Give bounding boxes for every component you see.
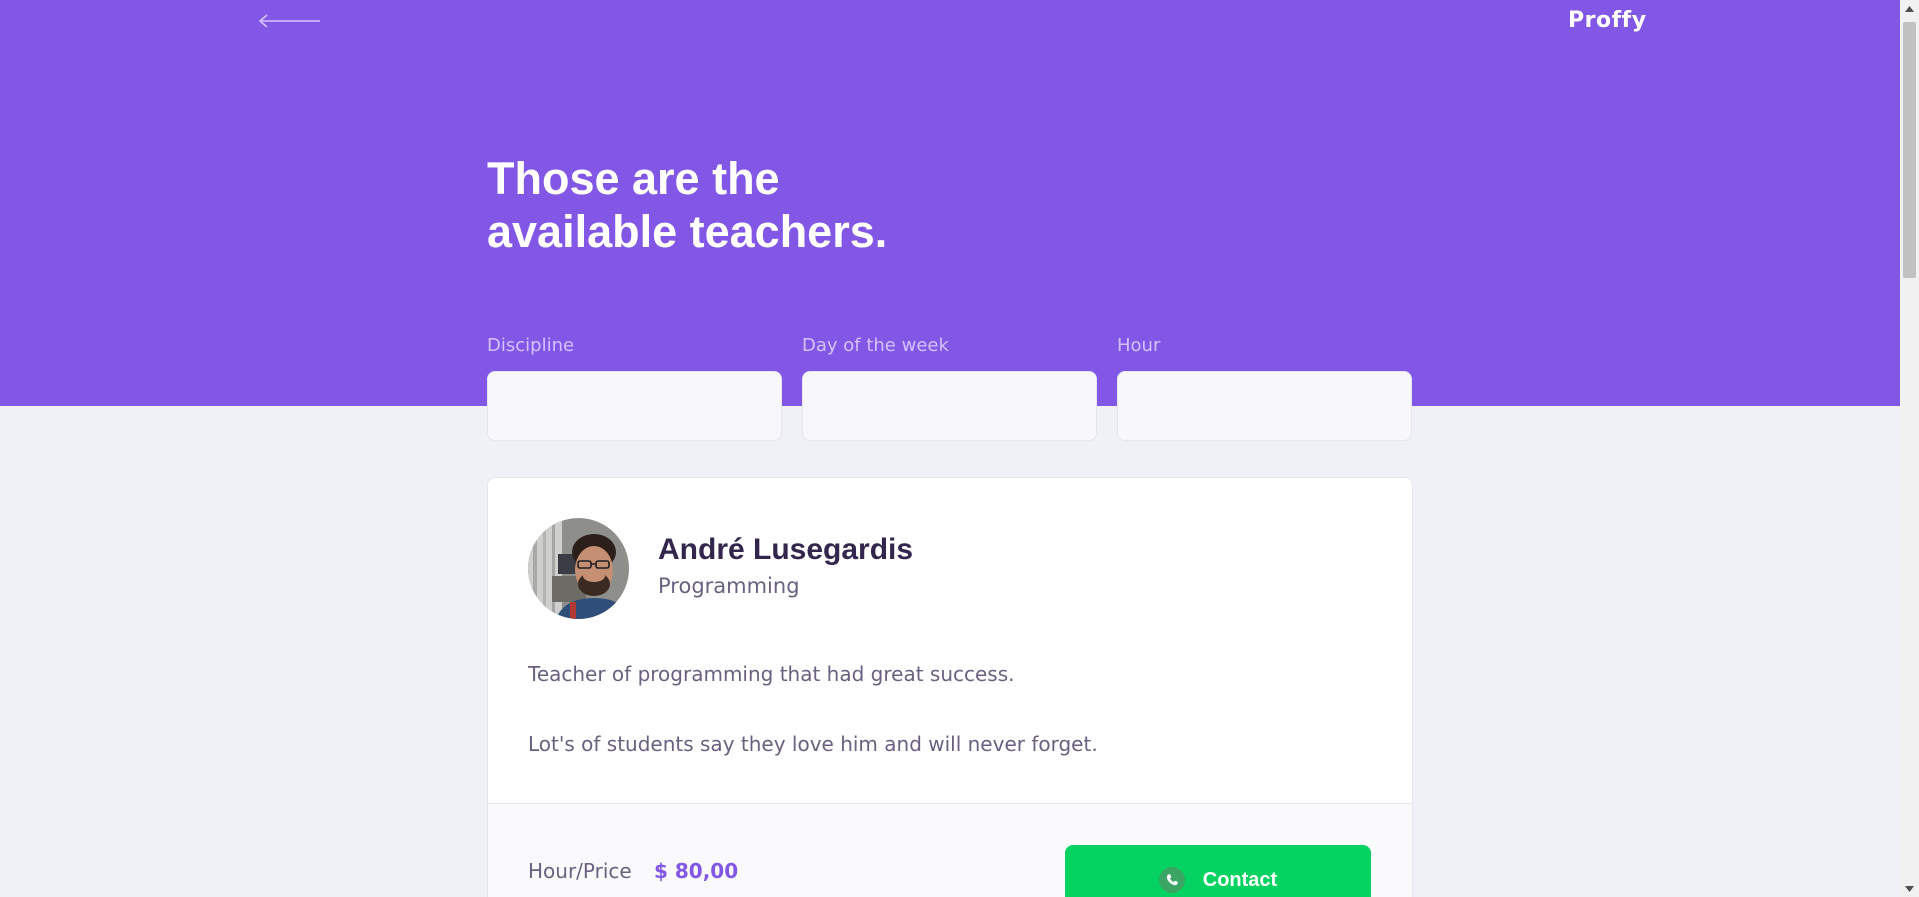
teacher-bio-line-2: Lot's of students say they love him and … [528, 732, 1098, 756]
contact-button[interactable]: Contact [1065, 845, 1371, 897]
discipline-label: Discipline [487, 335, 575, 356]
arrow-left-icon [258, 14, 320, 28]
day-of-week-select[interactable] [802, 371, 1097, 441]
brand-logo: Proffy [1568, 8, 1647, 33]
teacher-subject: Programming [658, 574, 800, 598]
hour-input[interactable] [1117, 371, 1412, 441]
teacher-card: André Lusegardis Programming Teacher of … [487, 477, 1413, 897]
hour-label: Hour [1117, 335, 1161, 356]
card-footer: Hour/Price $ 80,00 Contact [488, 803, 1412, 897]
price-value: $ 80,00 [654, 859, 739, 883]
title-line-1: Those are the [487, 153, 780, 204]
page-scrollbar[interactable] [1900, 0, 1919, 897]
scroll-down-icon[interactable] [1900, 880, 1919, 897]
teacher-avatar [528, 518, 629, 619]
contact-button-label: Contact [1202, 868, 1278, 891]
scrollbar-thumb[interactable] [1903, 22, 1916, 278]
back-link[interactable] [258, 10, 326, 32]
scroll-up-icon[interactable] [1900, 0, 1919, 17]
discipline-select[interactable] [487, 371, 782, 441]
price-label: Hour/Price [528, 859, 632, 883]
day-of-week-label: Day of the week [802, 335, 949, 356]
whatsapp-icon [1158, 867, 1185, 893]
teacher-bio-line-1: Teacher of programming that had great su… [528, 662, 1015, 686]
title-line-2: available teachers. [487, 206, 888, 257]
page: Proffy Those are the available teachers.… [0, 0, 1919, 897]
teacher-name: André Lusegardis [658, 533, 914, 566]
page-header: Proffy Those are the available teachers.… [0, 0, 1900, 406]
page-title: Those are the available teachers. [487, 152, 1007, 258]
